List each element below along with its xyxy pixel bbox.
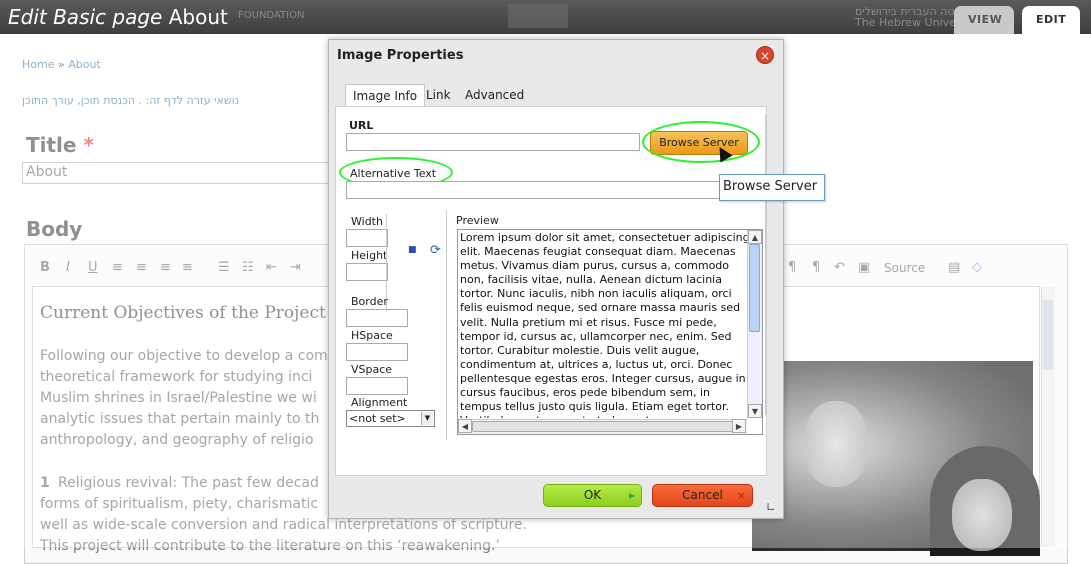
close-icon[interactable]: ×: [756, 46, 774, 64]
cancel-label: Cancel: [682, 488, 723, 502]
ok-button[interactable]: OK ▶: [543, 484, 642, 507]
ok-label: OK: [583, 488, 602, 502]
border-input[interactable]: [346, 309, 408, 327]
tab-edit[interactable]: EDIT: [1022, 6, 1080, 34]
tab-view[interactable]: VIEW: [954, 6, 1014, 34]
width-input[interactable]: [346, 229, 388, 247]
preview-divider: [446, 210, 447, 440]
foundation-logo: FOUNDATION: [238, 10, 305, 21]
college-logo: [508, 4, 568, 28]
tab-image-info[interactable]: Image Info: [345, 84, 426, 107]
image-properties-dialog: Image Properties × Image Info Link Advan…: [328, 39, 784, 519]
hspace-label: HSpace: [351, 329, 393, 342]
hspace-input[interactable]: [346, 343, 408, 361]
preview-text: Lorem ipsum dolor sit amet, consectetuer…: [460, 231, 750, 418]
alignment-selected-value: <not set>: [349, 412, 406, 425]
lock-ratio-icon[interactable]: ■: [408, 245, 417, 255]
cancel-x-icon: ×: [736, 489, 746, 502]
admin-header: Edit Basic page About FOUNDATION האוניבר…: [0, 0, 1091, 34]
height-input[interactable]: [346, 263, 388, 281]
height-label: Height: [351, 249, 388, 262]
vspace-input[interactable]: [346, 377, 408, 395]
alignment-select[interactable]: <not set> ▼: [346, 410, 435, 427]
scroll-down-icon[interactable]: ▼: [748, 404, 762, 418]
dialog-title: Image Properties: [337, 48, 464, 63]
preview-label: Preview: [456, 214, 499, 227]
annotation-circle-browse: [642, 121, 760, 163]
url-label: URL: [349, 119, 374, 132]
chevron-down-icon: ▼: [421, 412, 433, 425]
panel-scrollbar[interactable]: [765, 115, 767, 415]
page-title-name: About: [168, 5, 228, 29]
alignment-label: Alignment: [351, 396, 408, 409]
ok-arrow-icon: ▶: [628, 491, 635, 500]
browse-server-tooltip: Browse Server: [719, 174, 825, 201]
scroll-right-icon[interactable]: ▶: [732, 419, 746, 433]
width-label: Width: [351, 215, 383, 228]
preview-vertical-thumb[interactable]: [749, 244, 760, 332]
tab-link[interactable]: Link: [419, 84, 458, 107]
reset-size-icon[interactable]: ⟳: [430, 243, 441, 258]
alternative-text-input[interactable]: [346, 181, 720, 199]
resize-grip-icon[interactable]: ∟: [766, 500, 776, 514]
border-label: Border: [351, 295, 388, 308]
page-title-action: Edit Basic page: [8, 5, 163, 29]
cancel-button[interactable]: Cancel ×: [652, 484, 753, 507]
page-title: Edit Basic page About: [8, 5, 228, 29]
scroll-left-icon[interactable]: ◀: [458, 419, 472, 433]
vspace-label: VSpace: [351, 363, 393, 376]
scroll-up-icon[interactable]: ▲: [748, 230, 762, 244]
tab-advanced[interactable]: Advanced: [458, 84, 531, 107]
preview-horizontal-thumb[interactable]: [472, 421, 733, 432]
url-input[interactable]: [346, 133, 640, 151]
